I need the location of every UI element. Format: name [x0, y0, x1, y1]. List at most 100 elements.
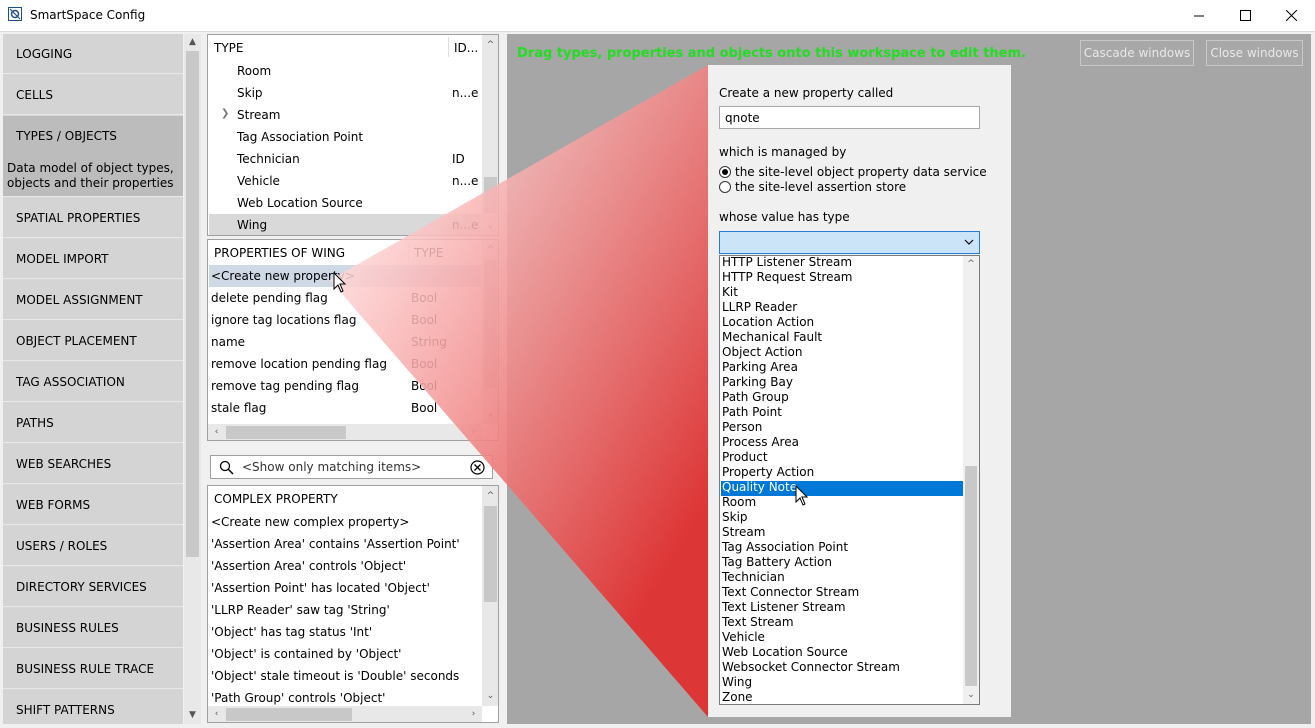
dropdown-option[interactable]: Parking Bay: [722, 375, 793, 390]
property-row-name[interactable]: remove location pending flag: [211, 357, 387, 371]
property-row-name[interactable]: name: [211, 335, 245, 349]
type-row-name[interactable]: Tag Association Point: [237, 130, 363, 144]
dropdown-option[interactable]: Text Listener Stream: [722, 600, 846, 615]
dropdown-option[interactable]: Websocket Connector Stream: [722, 660, 900, 675]
type-row-name[interactable]: Skip: [237, 86, 263, 100]
dropdown-option[interactable]: Process Area: [722, 435, 799, 450]
scroll-down-icon[interactable]: ⌄: [482, 688, 498, 705]
sidebar-item-shift-patterns[interactable]: SHIFT PATTERNS: [3, 690, 183, 724]
dropdown-option[interactable]: Object Action: [722, 345, 802, 360]
cascade-windows-button[interactable]: Cascade windows: [1080, 40, 1194, 66]
column-header-id[interactable]: ID...: [454, 41, 478, 55]
type-row-name[interactable]: Wing: [237, 218, 267, 232]
dropdown-option[interactable]: Property Action: [722, 465, 814, 480]
dropdown-option[interactable]: Technician: [722, 570, 785, 585]
dropdown-option[interactable]: Stream: [722, 525, 765, 540]
complex-property-row[interactable]: 'Path Group' controls 'Object': [211, 691, 385, 705]
dropdown-option[interactable]: Parking Area: [722, 360, 798, 375]
sidebar-item-users-roles[interactable]: USERS / ROLES: [3, 526, 183, 566]
dropdown-option[interactable]: Text Stream: [722, 615, 794, 630]
dropdown-option[interactable]: Location Action: [722, 315, 814, 330]
complex-property-row[interactable]: 'Assertion Point' has located 'Object': [211, 581, 430, 595]
dropdown-option[interactable]: Room: [722, 495, 756, 510]
sidebar-item-model-assignment[interactable]: MODEL ASSIGNMENT: [3, 280, 183, 320]
sidebar-item-types-objects[interactable]: TYPES / OBJECTS Data model of object typ…: [3, 116, 183, 197]
scroll-thumb[interactable]: [226, 426, 346, 439]
dropdown-option[interactable]: Wing: [722, 675, 752, 690]
dropdown-option[interactable]: Vehicle: [722, 630, 765, 645]
radio-assertion-store[interactable]: [719, 181, 731, 193]
type-row-name[interactable]: Room: [237, 64, 271, 78]
complex-property-row[interactable]: 'Assertion Area' contains 'Assertion Poi…: [211, 537, 460, 551]
column-header-complex-property[interactable]: COMPLEX PROPERTY: [214, 492, 338, 506]
scroll-down-icon[interactable]: ▼: [184, 707, 201, 724]
dropdown-option[interactable]: Path Point: [722, 405, 782, 420]
scroll-thumb[interactable]: [226, 708, 352, 721]
dropdown-option[interactable]: Text Connector Stream: [722, 585, 859, 600]
types-scrollbar[interactable]: ^ ⌄: [482, 35, 498, 235]
property-row-name[interactable]: remove tag pending flag: [211, 379, 359, 393]
dropdown-option[interactable]: Kit: [722, 285, 738, 300]
dropdown-option[interactable]: Product: [722, 450, 768, 465]
clear-search-icon[interactable]: [470, 460, 485, 475]
dropdown-option[interactable]: Path Group: [722, 390, 789, 405]
dropdown-option[interactable]: Web Location Source: [722, 645, 848, 660]
dropdown-option[interactable]: Person: [722, 420, 762, 435]
close-windows-button[interactable]: Close windows: [1206, 40, 1303, 66]
minimize-icon[interactable]: [1176, 0, 1222, 31]
maximize-icon[interactable]: [1222, 0, 1268, 31]
sidebar-item-logging[interactable]: LOGGING: [3, 34, 183, 74]
property-row-name[interactable]: stale flag: [211, 401, 266, 415]
dropdown-option[interactable]: HTTP Listener Stream: [722, 255, 852, 270]
scroll-right-icon[interactable]: ›: [465, 706, 482, 722]
dropdown-option[interactable]: Tag Association Point: [722, 540, 848, 555]
sidebar-item-paths[interactable]: PATHS: [3, 403, 183, 443]
dropdown-option-selected[interactable]: Quality Note: [722, 480, 797, 495]
dropdown-option[interactable]: Mechanical Fault: [722, 330, 822, 345]
value-type-select[interactable]: [719, 231, 980, 254]
complex-property-row[interactable]: 'Object' is contained by 'Object': [211, 647, 401, 661]
complex-hscrollbar[interactable]: ‹ ›: [208, 706, 482, 722]
sidebar-item-business-rule-trace[interactable]: BUSINESS RULE TRACE: [3, 649, 183, 689]
column-header-properties[interactable]: PROPERTIES OF WING: [214, 246, 345, 260]
sidebar-item-model-import[interactable]: MODEL IMPORT: [3, 239, 183, 279]
properties-vscrollbar[interactable]: ^ ⌄: [482, 240, 498, 424]
radio-object-property-service[interactable]: [719, 166, 731, 178]
scroll-right-icon[interactable]: ›: [465, 424, 482, 440]
dropdown-option[interactable]: Tag Battery Action: [722, 555, 832, 570]
scroll-down-icon[interactable]: ⌄: [482, 406, 498, 423]
close-icon[interactable]: [1268, 0, 1314, 31]
property-row-name[interactable]: ignore tag locations flag: [211, 313, 356, 327]
type-row-name[interactable]: Web Location Source: [237, 196, 363, 210]
scroll-thumb[interactable]: [484, 260, 497, 388]
scroll-up-icon[interactable]: ▲: [184, 34, 201, 51]
scroll-up-icon[interactable]: ^: [482, 488, 498, 505]
complex-vscrollbar[interactable]: ^ ⌄: [482, 486, 498, 706]
scroll-up-icon[interactable]: ^: [482, 242, 498, 259]
sidebar-scrollbar[interactable]: ▲ ▼: [184, 34, 201, 724]
scroll-thumb[interactable]: [484, 177, 497, 213]
scroll-thumb[interactable]: [186, 51, 199, 557]
scroll-left-icon[interactable]: ‹: [208, 424, 225, 440]
dropdown-option[interactable]: Skip: [722, 510, 748, 525]
complex-property-row[interactable]: 'Object' stale timeout is 'Double' secon…: [211, 669, 459, 683]
scroll-down-icon[interactable]: ⌄: [482, 218, 498, 235]
dropdown-option[interactable]: LLRP Reader: [722, 300, 797, 315]
scroll-thumb[interactable]: [965, 466, 977, 686]
scroll-up-icon[interactable]: ^: [482, 37, 498, 54]
dropdown-scrollbar[interactable]: ^ ⌄: [963, 256, 979, 704]
dropdown-option[interactable]: Zone: [722, 690, 753, 705]
sidebar-item-object-placement[interactable]: OBJECT PLACEMENT: [3, 321, 183, 361]
create-complex-property-item[interactable]: <Create new complex property>: [211, 515, 409, 529]
scroll-up-icon[interactable]: ^: [963, 256, 979, 273]
type-row-name[interactable]: Technician: [237, 152, 300, 166]
column-header-type[interactable]: TYPE: [214, 41, 243, 55]
sidebar-item-tag-association[interactable]: TAG ASSOCIATION: [3, 362, 183, 402]
complex-property-row[interactable]: 'LLRP Reader' saw tag 'String': [211, 603, 390, 617]
sidebar-item-business-rules[interactable]: BUSINESS RULES: [3, 608, 183, 648]
sidebar-item-directory-services[interactable]: DIRECTORY SERVICES: [3, 567, 183, 607]
column-header-type[interactable]: TYPE: [414, 246, 443, 260]
sidebar-item-web-searches[interactable]: WEB SEARCHES: [3, 444, 183, 484]
chevron-right-icon[interactable]: ❯: [221, 108, 229, 119]
complex-property-row[interactable]: 'Assertion Area' controls 'Object': [211, 559, 406, 573]
